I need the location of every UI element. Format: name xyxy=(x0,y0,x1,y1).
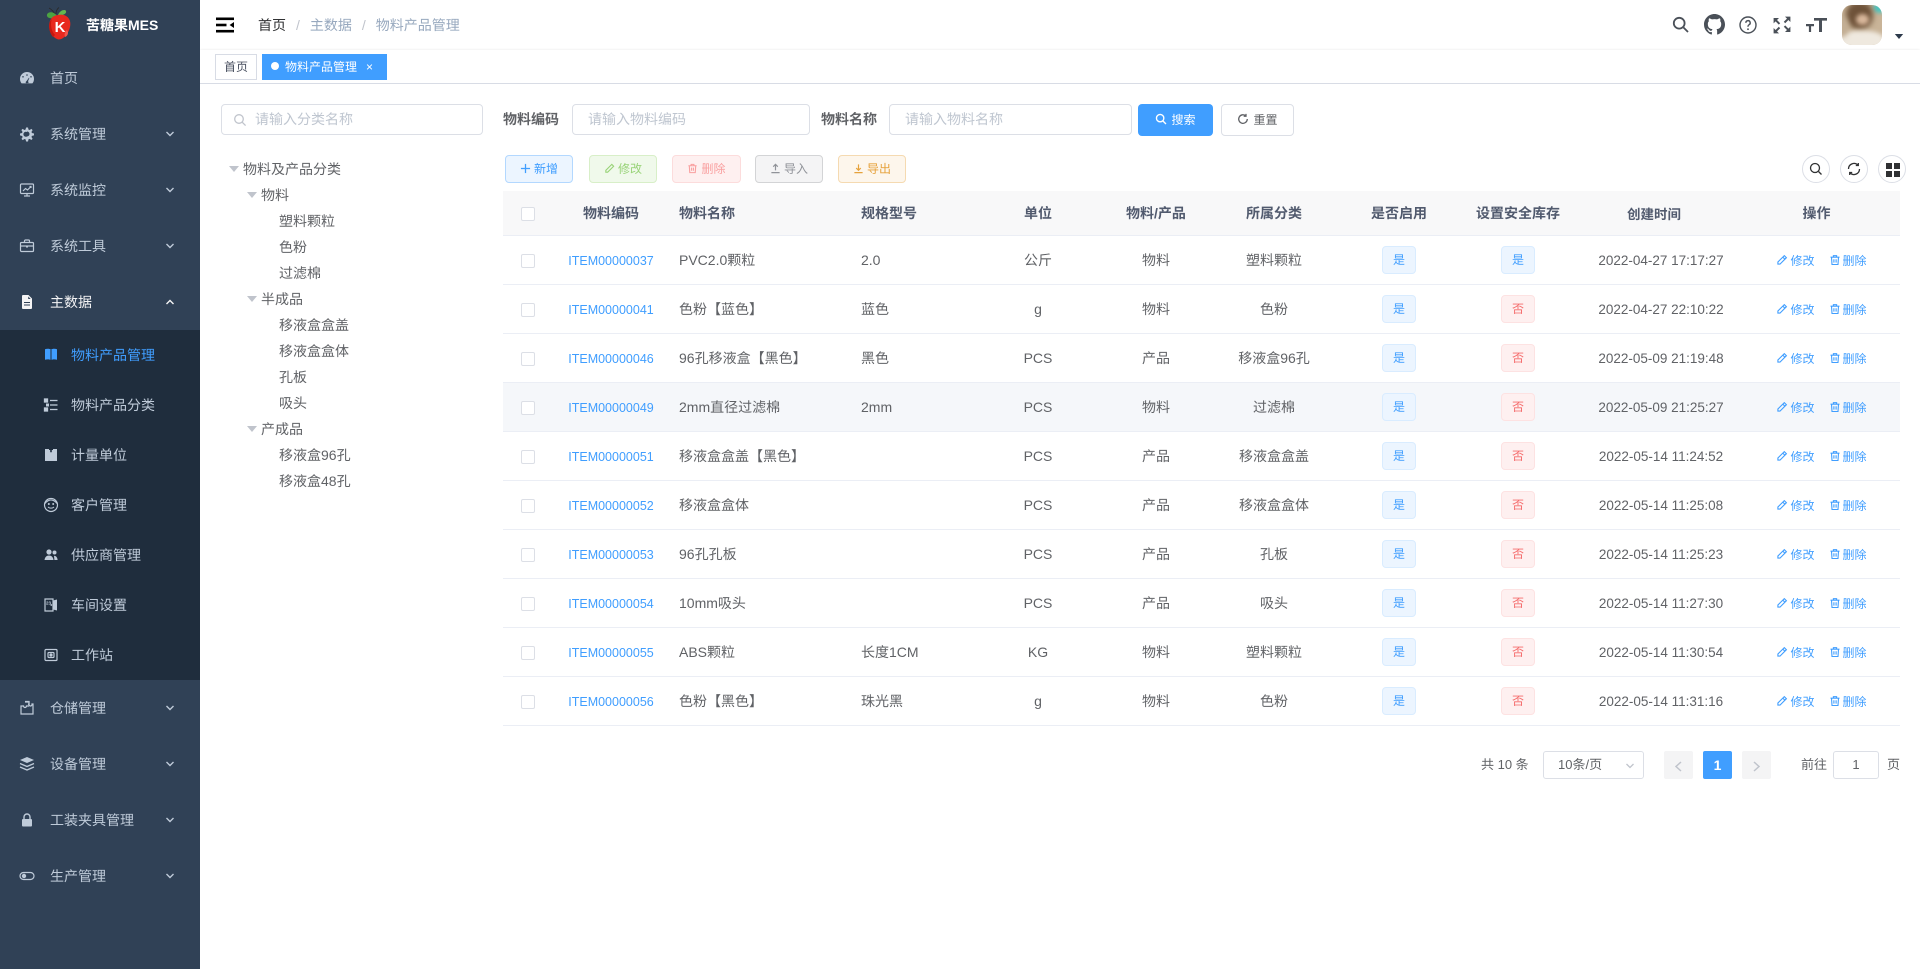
svg-text:23: 23 xyxy=(46,601,52,606)
svg-text:K: K xyxy=(55,19,66,36)
